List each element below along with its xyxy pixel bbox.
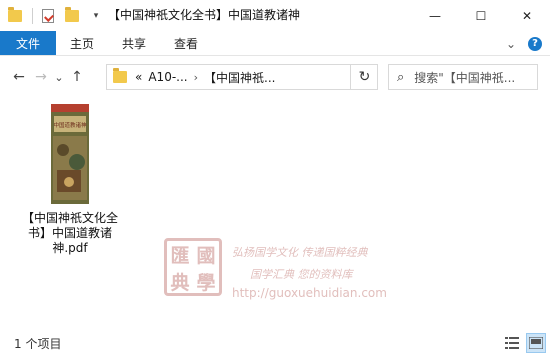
search-icon: ⌕ (397, 69, 405, 85)
seal-char: 典 (170, 272, 190, 294)
pdf-thumbnail: 中国道教诸神 (51, 104, 89, 204)
refresh-button[interactable]: ↻ (350, 64, 378, 90)
address-bar[interactable]: « A10-... › 【中国神祇... (106, 64, 378, 90)
watermark-url: http://guoxuehuidian.com (232, 286, 387, 300)
maximize-icon: ☐ (475, 8, 487, 23)
window-title: 【中国神祇文化全书】中国道教诸神 (108, 8, 301, 22)
close-icon: ✕ (521, 8, 533, 23)
details-view-button[interactable] (502, 333, 522, 353)
seal-char: 匯 (170, 245, 190, 267)
up-button[interactable]: ↑ (66, 66, 88, 88)
watermark-slogan: 弘扬国学文化 传递国粹经典 (232, 246, 368, 259)
thumbnail-title: 中国道教诸神 (53, 121, 87, 129)
window-controls: — ☐ ✕ (412, 0, 550, 31)
refresh-icon: ↻ (358, 69, 371, 85)
recent-locations-button[interactable]: ⌄ (52, 66, 66, 88)
back-button[interactable]: ← (8, 66, 30, 88)
watermark: 匯 國 典 學 弘扬国学文化 传递国粹经典 国学汇典 您的资料库 http://… (164, 238, 394, 306)
large-icons-view-button[interactable] (526, 333, 546, 353)
file-name: 【中国神祇文化全书】中国道教诸神.pdf (22, 211, 119, 255)
chevron-right-icon[interactable]: › (194, 71, 198, 84)
item-count: 1 个项目 (14, 336, 62, 351)
view-switcher (502, 333, 546, 353)
ribbon-right-controls: ⌄ ? (506, 31, 542, 56)
seal-char: 國 (196, 245, 216, 267)
close-button[interactable]: ✕ (504, 0, 550, 31)
expand-ribbon-icon[interactable]: ⌄ (506, 37, 516, 51)
tab-home[interactable]: 主页 (56, 31, 108, 55)
new-folder-icon[interactable] (63, 6, 81, 25)
properties-icon[interactable] (39, 7, 57, 25)
breadcrumb-segment[interactable]: 【中国神祇... (204, 69, 275, 86)
chevron-down-icon: ▾ (93, 10, 99, 21)
seal-char: 學 (196, 272, 216, 294)
quick-access-toolbar: ▾ (0, 0, 111, 31)
arrow-left-icon: ← (13, 69, 25, 85)
tab-file[interactable]: 文件 (0, 31, 57, 55)
tab-share[interactable]: 共享 (108, 31, 160, 55)
file-item[interactable]: 中国道教诸神 【中国神祇文化全书】中国道教诸神.pdf (22, 104, 118, 256)
watermark-seal: 匯 國 典 學 (164, 238, 222, 296)
folder-icon (113, 68, 127, 83)
breadcrumb-segment[interactable]: A10-... (148, 70, 187, 84)
search-placeholder: 搜索"【中国神祇... (414, 70, 516, 85)
chevron-down-icon: ⌄ (54, 70, 64, 84)
folder-icon (6, 6, 24, 25)
status-bar: 1 个项目 (0, 330, 550, 356)
forward-button[interactable]: → (30, 66, 52, 88)
minimize-button[interactable]: — (412, 0, 458, 31)
toolbar-divider (32, 7, 33, 24)
arrow-up-icon: ↑ (71, 69, 83, 85)
watermark-tagline: 国学汇典 您的资料库 (250, 268, 353, 281)
tab-view[interactable]: 查看 (160, 31, 212, 55)
search-box[interactable]: ⌕ 搜索"【中国神祇... (388, 64, 538, 90)
file-list: 中国道教诸神 【中国神祇文化全书】中国道教诸神.pdf 匯 國 典 學 弘扬国学… (0, 98, 550, 324)
large-icons-view-icon (529, 337, 543, 349)
customize-toolbar-dropdown-icon[interactable]: ▾ (87, 7, 105, 25)
title-bar: ▾ 【中国神祇文化全书】中国道教诸神 — ☐ ✕ (0, 0, 550, 31)
help-icon[interactable]: ? (528, 36, 542, 51)
minimize-icon: — (429, 8, 441, 23)
maximize-button[interactable]: ☐ (458, 0, 504, 31)
ribbon-tabs: 文件 主页 共享 查看 ⌄ ? (0, 31, 550, 56)
details-view-icon (505, 337, 519, 349)
arrow-right-icon: → (35, 69, 47, 85)
breadcrumb-overflow[interactable]: « (135, 70, 142, 84)
navigation-bar: ← → ⌄ ↑ « A10-... › 【中国神祇... ↻ ⌕ 搜索"【中国神… (0, 56, 550, 98)
